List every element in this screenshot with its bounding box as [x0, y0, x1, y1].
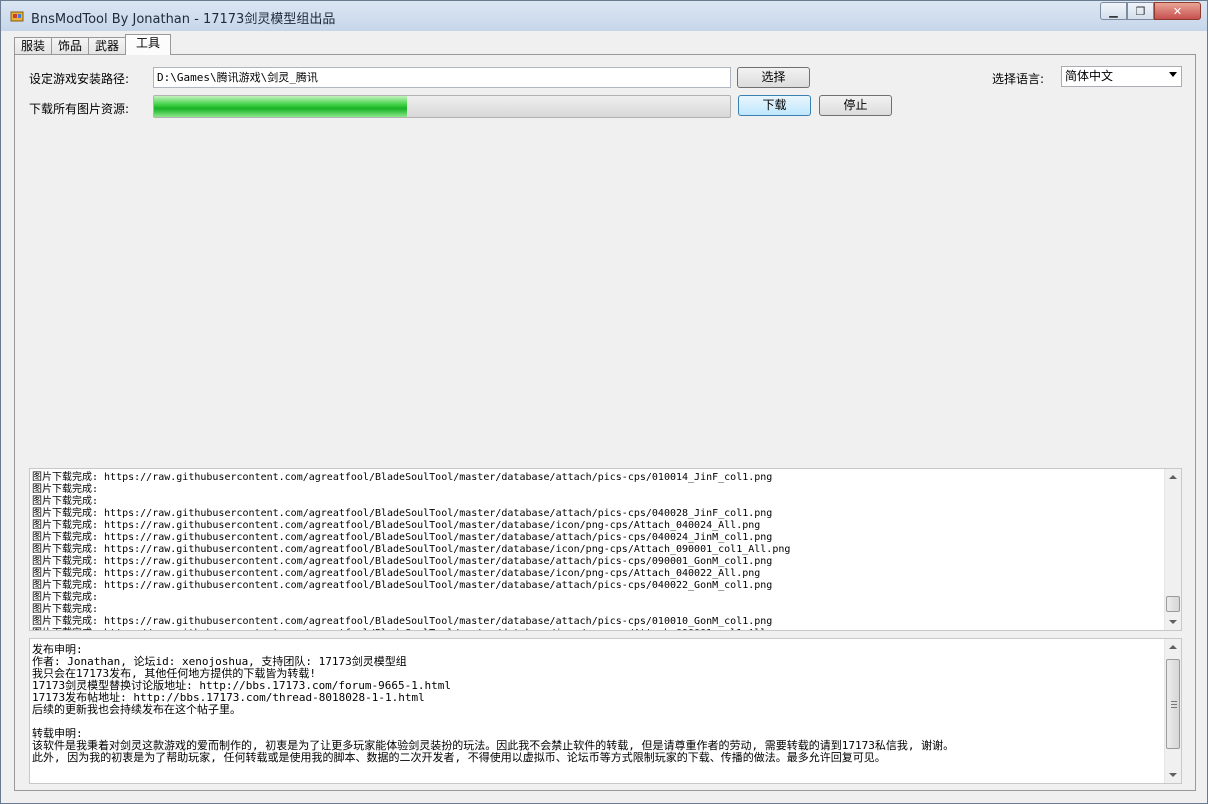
log-line: 图片下载完成: https://raw.githubusercontent.co… [32, 628, 790, 630]
notes-line [32, 716, 954, 728]
release-notes-box[interactable]: 发布申明: 作者: Jonathan, 论坛id: xenojoshua, 支持团… [29, 638, 1182, 784]
log-line: 图片下载完成: https://raw.githubusercontent.co… [32, 616, 773, 627]
log-line: 图片下载完成: [32, 484, 99, 495]
chevron-down-icon [1169, 72, 1177, 77]
download-progress-bar [153, 95, 731, 118]
log-line: 图片下载完成: https://raw.githubusercontent.co… [32, 556, 773, 567]
log-line: 图片下载完成: https://raw.githubusercontent.co… [32, 580, 773, 591]
scroll-down-icon[interactable] [1169, 773, 1177, 777]
app-window: BnsModTool By Jonathan - 17173剑灵模型组出品 ▁ … [0, 0, 1208, 804]
log-scroll-thumb[interactable] [1166, 596, 1180, 612]
grip-icon [1171, 701, 1177, 708]
log-line: 图片下载完成: [32, 604, 99, 615]
log-line: 图片下载完成: [32, 496, 99, 507]
window-controls: ▁ ❐ ✕ [1100, 2, 1201, 20]
log-line: 图片下载完成: https://raw.githubusercontent.co… [32, 508, 773, 519]
minimize-button[interactable]: ▁ [1100, 2, 1127, 20]
release-notes-text: 发布申明: 作者: Jonathan, 论坛id: xenojoshua, 支持团… [32, 644, 954, 764]
scroll-up-icon[interactable] [1169, 475, 1177, 479]
app-icon [10, 11, 24, 22]
log-scrollbar[interactable] [1164, 469, 1181, 630]
log-line: 图片下载完成: https://raw.githubusercontent.co… [32, 568, 761, 579]
tab-accessory[interactable]: 饰品 [51, 37, 90, 55]
tab-tools[interactable]: 工具 [125, 34, 172, 55]
stop-button[interactable]: 停止 [819, 95, 892, 116]
tools-panel: 设定游戏安装路径: D:\Games\腾讯游戏\剑灵_腾讯 选择 选择语言: 简… [14, 54, 1196, 791]
close-button[interactable]: ✕ [1154, 2, 1201, 20]
download-progress-fill [154, 96, 408, 117]
install-path-input[interactable]: D:\Games\腾讯游戏\剑灵_腾讯 [153, 67, 731, 88]
download-log-box[interactable]: 图片下载完成: https://raw.githubusercontent.co… [29, 468, 1182, 631]
log-line: 图片下载完成: https://raw.githubusercontent.co… [32, 532, 773, 543]
log-line: 图片下载完成: https://raw.githubusercontent.co… [32, 520, 761, 531]
window-title: BnsModTool By Jonathan - 17173剑灵模型组出品 [31, 12, 336, 27]
language-select-value: 简体中文 [1065, 69, 1114, 83]
title-bar[interactable]: BnsModTool By Jonathan - 17173剑灵模型组出品 ▁ … [1, 1, 1207, 31]
notes-scrollbar[interactable] [1164, 639, 1181, 783]
log-line: 图片下载完成: https://raw.githubusercontent.co… [32, 472, 773, 483]
notes-scroll-thumb[interactable] [1166, 659, 1180, 749]
log-line: 图片下载完成: https://raw.githubusercontent.co… [32, 544, 791, 555]
tab-strip: 服装 饰品 武器 工具 [14, 34, 172, 55]
notes-line: 后续的更新我也会持续发布在这个帖子里。 [32, 703, 241, 716]
tab-weapon[interactable]: 武器 [88, 37, 127, 55]
language-label: 选择语言: [992, 72, 1045, 86]
browse-button[interactable]: 选择 [737, 67, 810, 88]
download-all-label: 下载所有图片资源: [29, 102, 130, 116]
scroll-down-icon[interactable] [1169, 620, 1177, 624]
download-log-lines: 图片下载完成: https://raw.githubusercontent.co… [32, 472, 791, 630]
log-line: 图片下载完成: [32, 592, 99, 603]
download-button[interactable]: 下载 [738, 95, 811, 116]
scroll-up-icon[interactable] [1169, 645, 1177, 649]
tab-costume[interactable]: 服装 [14, 37, 53, 55]
notes-line: 此外, 因为我的初衷是为了帮助玩家, 任何转载或是使用我的脚本、数据的二次开发者… [32, 751, 886, 764]
install-path-label: 设定游戏安装路径: [29, 72, 130, 86]
language-select[interactable]: 简体中文 [1061, 66, 1182, 87]
maximize-button[interactable]: ❐ [1127, 2, 1154, 20]
